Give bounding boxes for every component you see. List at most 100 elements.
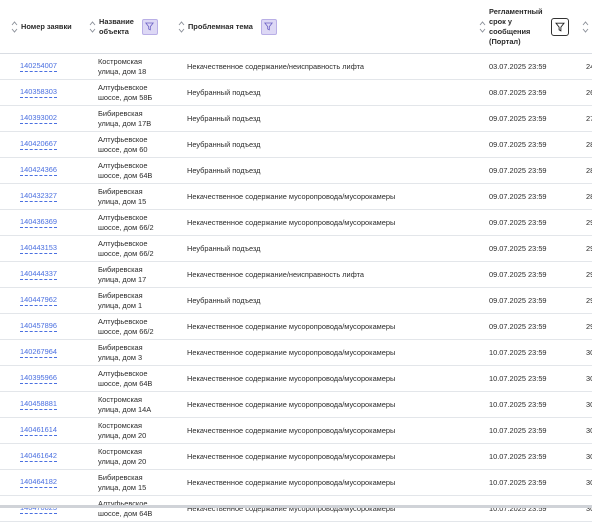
cell-deadline: 09.07.2025 23:59 — [489, 139, 547, 149]
column-label-topic: Проблемная тема — [188, 21, 253, 31]
column-label-deadline-line1: Регламентный — [489, 6, 543, 16]
request-id-link[interactable]: 140461642 — [20, 451, 57, 462]
cell-next-column: 30 — [586, 373, 592, 383]
object-line2: улица, дом 17 — [98, 274, 147, 284]
cell-object: Бибиревская улица, дом 15 — [98, 470, 176, 495]
sort-arrows-icon[interactable] — [177, 20, 185, 34]
filter-funnel-icon — [145, 22, 155, 31]
request-id-link[interactable]: 140443153 — [20, 243, 57, 254]
object-line1: Бибиревская — [98, 291, 143, 300]
column-header-object[interactable]: Название объекта — [88, 0, 158, 53]
cell-topic: Неубранный подъезд — [187, 113, 261, 123]
table-row[interactable]: 140358303 Алтуфьевское шоссе, дом 58Б Неубр… — [0, 80, 592, 106]
object-line1: Бибиревская — [98, 473, 143, 482]
table-row[interactable]: 140432327 Бибиревская улица, дом 15 Некачес… — [0, 184, 592, 210]
cell-id: 140464182 — [20, 470, 57, 495]
cell-topic: Неубранный подъезд — [187, 243, 261, 253]
table-row[interactable]: 140457896 Алтуфьевское шоссе, дом 66/2 Нека… — [0, 314, 592, 340]
column-header-deadline[interactable]: Регламентный срок у сообщения (Портал) — [478, 0, 569, 53]
table-row[interactable]: 140395966 Алтуфьевское шоссе, дом 64В Некач… — [0, 366, 592, 392]
object-line1: Костромская — [98, 57, 143, 66]
object-line2: шоссе, дом 64В — [98, 508, 153, 518]
column-header-id[interactable]: Номер заявки — [10, 0, 72, 53]
object-line2: улица, дом 14А — [98, 404, 152, 414]
filter-button-deadline[interactable] — [550, 17, 569, 36]
request-id-link[interactable]: 140254007 — [20, 61, 57, 72]
table-row[interactable]: 140470823 Алтуфьевскоешоссе, дом 64В Некач… — [0, 496, 592, 522]
table-row[interactable]: 140436369 Алтуфьевское шоссе, дом 66/2 Нека… — [0, 210, 592, 236]
cell-deadline: 10.07.2025 23:59 — [489, 503, 547, 513]
cell-id: 140420667 — [20, 132, 57, 157]
sort-arrows-icon[interactable] — [88, 20, 96, 34]
filter-funnel-icon — [264, 22, 274, 31]
table-row[interactable]: 140447962 Бибиревская улица, дом 1 Неубранн… — [0, 288, 592, 314]
cell-next-column: 30 — [586, 451, 592, 461]
table-row[interactable]: 140443153 Алтуфьевское шоссе, дом 66/2 Неуб… — [0, 236, 592, 262]
table-row[interactable]: 140444337 Бибиревская улица, дом 17 Некачес… — [0, 262, 592, 288]
table-row[interactable]: 140458881 Костромская улица, дом 14А Некаче… — [0, 392, 592, 418]
cell-id: 140461614 — [20, 418, 57, 443]
request-id-link[interactable]: 140457896 — [20, 321, 57, 332]
sort-arrows-icon[interactable] — [478, 20, 486, 34]
request-id-link[interactable]: 140447962 — [20, 295, 57, 306]
cell-object: Бибиревская улица, дом 1 — [98, 288, 176, 313]
cell-topic: Некачественное содержание мусоропровода/… — [187, 373, 396, 383]
table-row[interactable]: 140267964 Бибиревская улица, дом 3 Некачест… — [0, 340, 592, 366]
cell-id: 140254007 — [20, 54, 57, 79]
request-id-link[interactable]: 140393002 — [20, 113, 57, 124]
column-label-object-line2: объекта — [99, 26, 129, 36]
object-line1: Костромская — [98, 395, 143, 404]
cell-object: Бибиревская улица, дом 15 — [98, 184, 176, 209]
horizontal-scrollbar[interactable] — [0, 505, 592, 508]
cell-next-column: 28 — [586, 139, 592, 149]
filter-button-object[interactable] — [141, 18, 158, 35]
cell-id: 140447962 — [20, 288, 57, 313]
request-id-link[interactable]: 140444337 — [20, 269, 57, 280]
cell-topic: Неубранный подъезд — [187, 295, 261, 305]
column-header-next[interactable] — [581, 0, 592, 53]
request-id-link[interactable]: 140458881 — [20, 399, 57, 410]
request-id-link[interactable]: 140461614 — [20, 425, 57, 436]
table-row[interactable]: 140464182 Бибиревская улица, дом 15 Некачес… — [0, 470, 592, 496]
object-line1: Алтуфьевское — [98, 161, 148, 170]
cell-id: 140358303 — [20, 80, 57, 105]
column-header-topic[interactable]: Проблемная тема — [177, 0, 277, 53]
column-label-deadline-line4: (Портал) — [489, 36, 521, 46]
object-line2: шоссе, дом 58Б — [98, 92, 153, 102]
object-line2: улица, дом 15 — [98, 482, 147, 492]
sort-arrows-icon[interactable] — [581, 20, 589, 34]
cell-next-column: 30 — [586, 503, 592, 513]
request-id-link[interactable]: 140436369 — [20, 217, 57, 228]
table-row[interactable]: 140420667 Алтуфьевское шоссе, дом 60 Неубра… — [0, 132, 592, 158]
filter-funnel-icon — [554, 22, 565, 32]
request-id-link[interactable]: 140267964 — [20, 347, 57, 358]
request-id-link[interactable]: 140358303 — [20, 87, 57, 98]
cell-next-column: 29 — [586, 295, 592, 305]
table-row[interactable]: 140393002 Бибиревская улица, дом 17В Неубра… — [0, 106, 592, 132]
request-id-link[interactable]: 140464182 — [20, 477, 57, 488]
cell-id: 140457896 — [20, 314, 57, 339]
request-id-link[interactable]: 140395966 — [20, 373, 57, 384]
cell-deadline: 10.07.2025 23:59 — [489, 425, 547, 435]
cell-object: Алтуфьевское шоссе, дом 66/2 — [98, 210, 176, 235]
cell-deadline: 09.07.2025 23:59 — [489, 113, 547, 123]
object-line1: Алтуфьевское — [98, 83, 148, 92]
request-id-link[interactable]: 140424366 — [20, 165, 57, 176]
cell-next-column: 28 — [586, 191, 592, 201]
request-id-link[interactable]: 140420667 — [20, 139, 57, 150]
table-row[interactable]: 140461642 Костромская улица, дом 20 Некачес… — [0, 444, 592, 470]
cell-topic: Некачественное содержание мусоропровода/… — [187, 503, 396, 513]
sort-arrows-icon[interactable] — [10, 20, 18, 34]
cell-deadline: 10.07.2025 23:59 — [489, 477, 547, 487]
filter-button-topic[interactable] — [260, 18, 277, 35]
cell-next-column: 26 — [586, 87, 592, 97]
cell-object: Бибиревская улица, дом 17В — [98, 106, 176, 131]
object-line1: Костромская — [98, 421, 143, 430]
table-row[interactable]: 140254007 Костромская улица, дом 18 Некачес… — [0, 54, 592, 80]
request-id-link[interactable]: 140432327 — [20, 191, 57, 202]
table-row[interactable]: 140424366 Алтуфьевское шоссе, дом 64В Неубр… — [0, 158, 592, 184]
object-line1: Бибиревская — [98, 187, 143, 196]
table-row[interactable]: 140461614 Костромская улица, дом 20 Некачес… — [0, 418, 592, 444]
cell-id: 140436369 — [20, 210, 57, 235]
cell-object: Алтуфьевское шоссе, дом 64В — [98, 496, 176, 521]
